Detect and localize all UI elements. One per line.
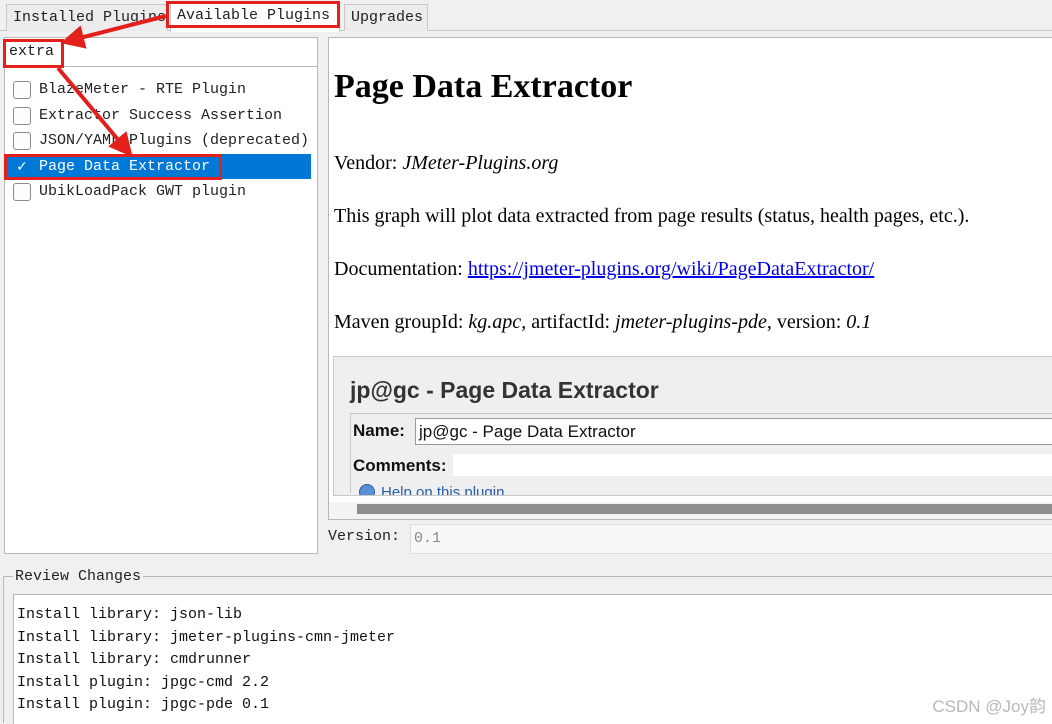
- documentation-line: Documentation: https://jmeter-plugins.or…: [334, 258, 875, 280]
- version-row: Version: 0.1: [328, 524, 1052, 554]
- preview-comments-label: Comments:: [353, 456, 447, 475]
- annotation-box-selected-plugin: [4, 154, 222, 180]
- plugin-item[interactable]: BlazeMeter - RTE Plugin: [5, 77, 317, 103]
- plugin-tabbar: Installed Plugins Available Plugins Upgr…: [0, 0, 1052, 32]
- preview-title: jp@gc - Page Data Extractor: [350, 377, 659, 403]
- plugin-detail-pane: Page Data Extractor Vendor: JMeter-Plugi…: [328, 37, 1052, 520]
- scrollbar-thumb[interactable]: [357, 504, 1052, 514]
- list-item: Install plugin: jpgc-pde 0.1: [17, 696, 270, 714]
- version-field[interactable]: 0.1: [410, 524, 1052, 554]
- review-changes-group: Review Changes Install library: json-lib…: [3, 569, 1052, 724]
- checkbox[interactable]: [13, 132, 31, 150]
- list-item: Install library: json-lib: [17, 606, 243, 623]
- plugin-item-label: Extractor Success Assertion: [39, 106, 283, 124]
- checkbox[interactable]: [13, 106, 31, 125]
- list-item: Install library: cmdrunner: [17, 651, 252, 669]
- preview-comments-field: [453, 454, 1052, 476]
- plugin-item-label: JSON/YAML Plugins (deprecated): [39, 132, 310, 149]
- preview-name-label: Name:: [353, 421, 405, 440]
- plugin-title: Page Data Extractor: [334, 68, 633, 105]
- review-changes-list: Install library: json-lib Install librar…: [13, 594, 1052, 724]
- tab-installed-plugins[interactable]: Installed Plugins: [6, 4, 168, 31]
- plugin-item[interactable]: UbikLoadPack GWT plugin: [5, 179, 317, 205]
- help-icon: [359, 484, 375, 495]
- plugin-item[interactable]: JSON/YAML Plugins (deprecated): [5, 128, 317, 154]
- plugin-item-label: UbikLoadPack GWT plugin: [39, 183, 247, 200]
- plugin-description: This graph will plot data extracted from…: [334, 205, 970, 227]
- watermark: CSDN @Joy韵: [932, 697, 1046, 716]
- plugin-list-pane: extra BlazeMeter - RTE Plugin Extractor …: [4, 37, 318, 554]
- plugin-list: BlazeMeter - RTE Plugin Extractor Succes…: [5, 77, 317, 205]
- documentation-link[interactable]: https://jmeter-plugins.org/wiki/PageData…: [468, 258, 874, 280]
- horizontal-scrollbar[interactable]: [329, 502, 1052, 519]
- review-changes-legend: Review Changes: [13, 568, 144, 585]
- annotation-box-available-tab: [166, 1, 340, 28]
- plugin-item-label: BlazeMeter - RTE Plugin: [39, 81, 247, 98]
- plugin-item[interactable]: Extractor Success Assertion: [5, 103, 317, 129]
- maven-line: Maven groupId: kg.apc, artifactId: jmete…: [334, 311, 872, 333]
- list-item: Install plugin: jpgc-cmd 2.2: [17, 673, 270, 691]
- annotation-box-search: [3, 39, 64, 68]
- list-item: Install library: jmeter-plugins-cmn-jmet…: [17, 628, 396, 646]
- vendor-line: Vendor: JMeter-Plugins.org: [334, 152, 559, 174]
- checkbox[interactable]: [13, 183, 31, 201]
- version-label: Version:: [328, 528, 401, 545]
- checkbox[interactable]: [13, 81, 31, 99]
- plugin-screenshot-preview: jp@gc - Page Data Extractor Name: jp@gc …: [333, 356, 1052, 496]
- tab-upgrades[interactable]: Upgrades: [344, 4, 428, 31]
- vendor-value: JMeter-Plugins.org: [402, 152, 559, 174]
- preview-name-field: jp@gc - Page Data Extractor: [415, 418, 1052, 445]
- preview-help-link: Help on this plugin: [359, 484, 504, 495]
- preview-form: Name: jp@gc - Page Data Extractor Commen…: [350, 413, 1052, 495]
